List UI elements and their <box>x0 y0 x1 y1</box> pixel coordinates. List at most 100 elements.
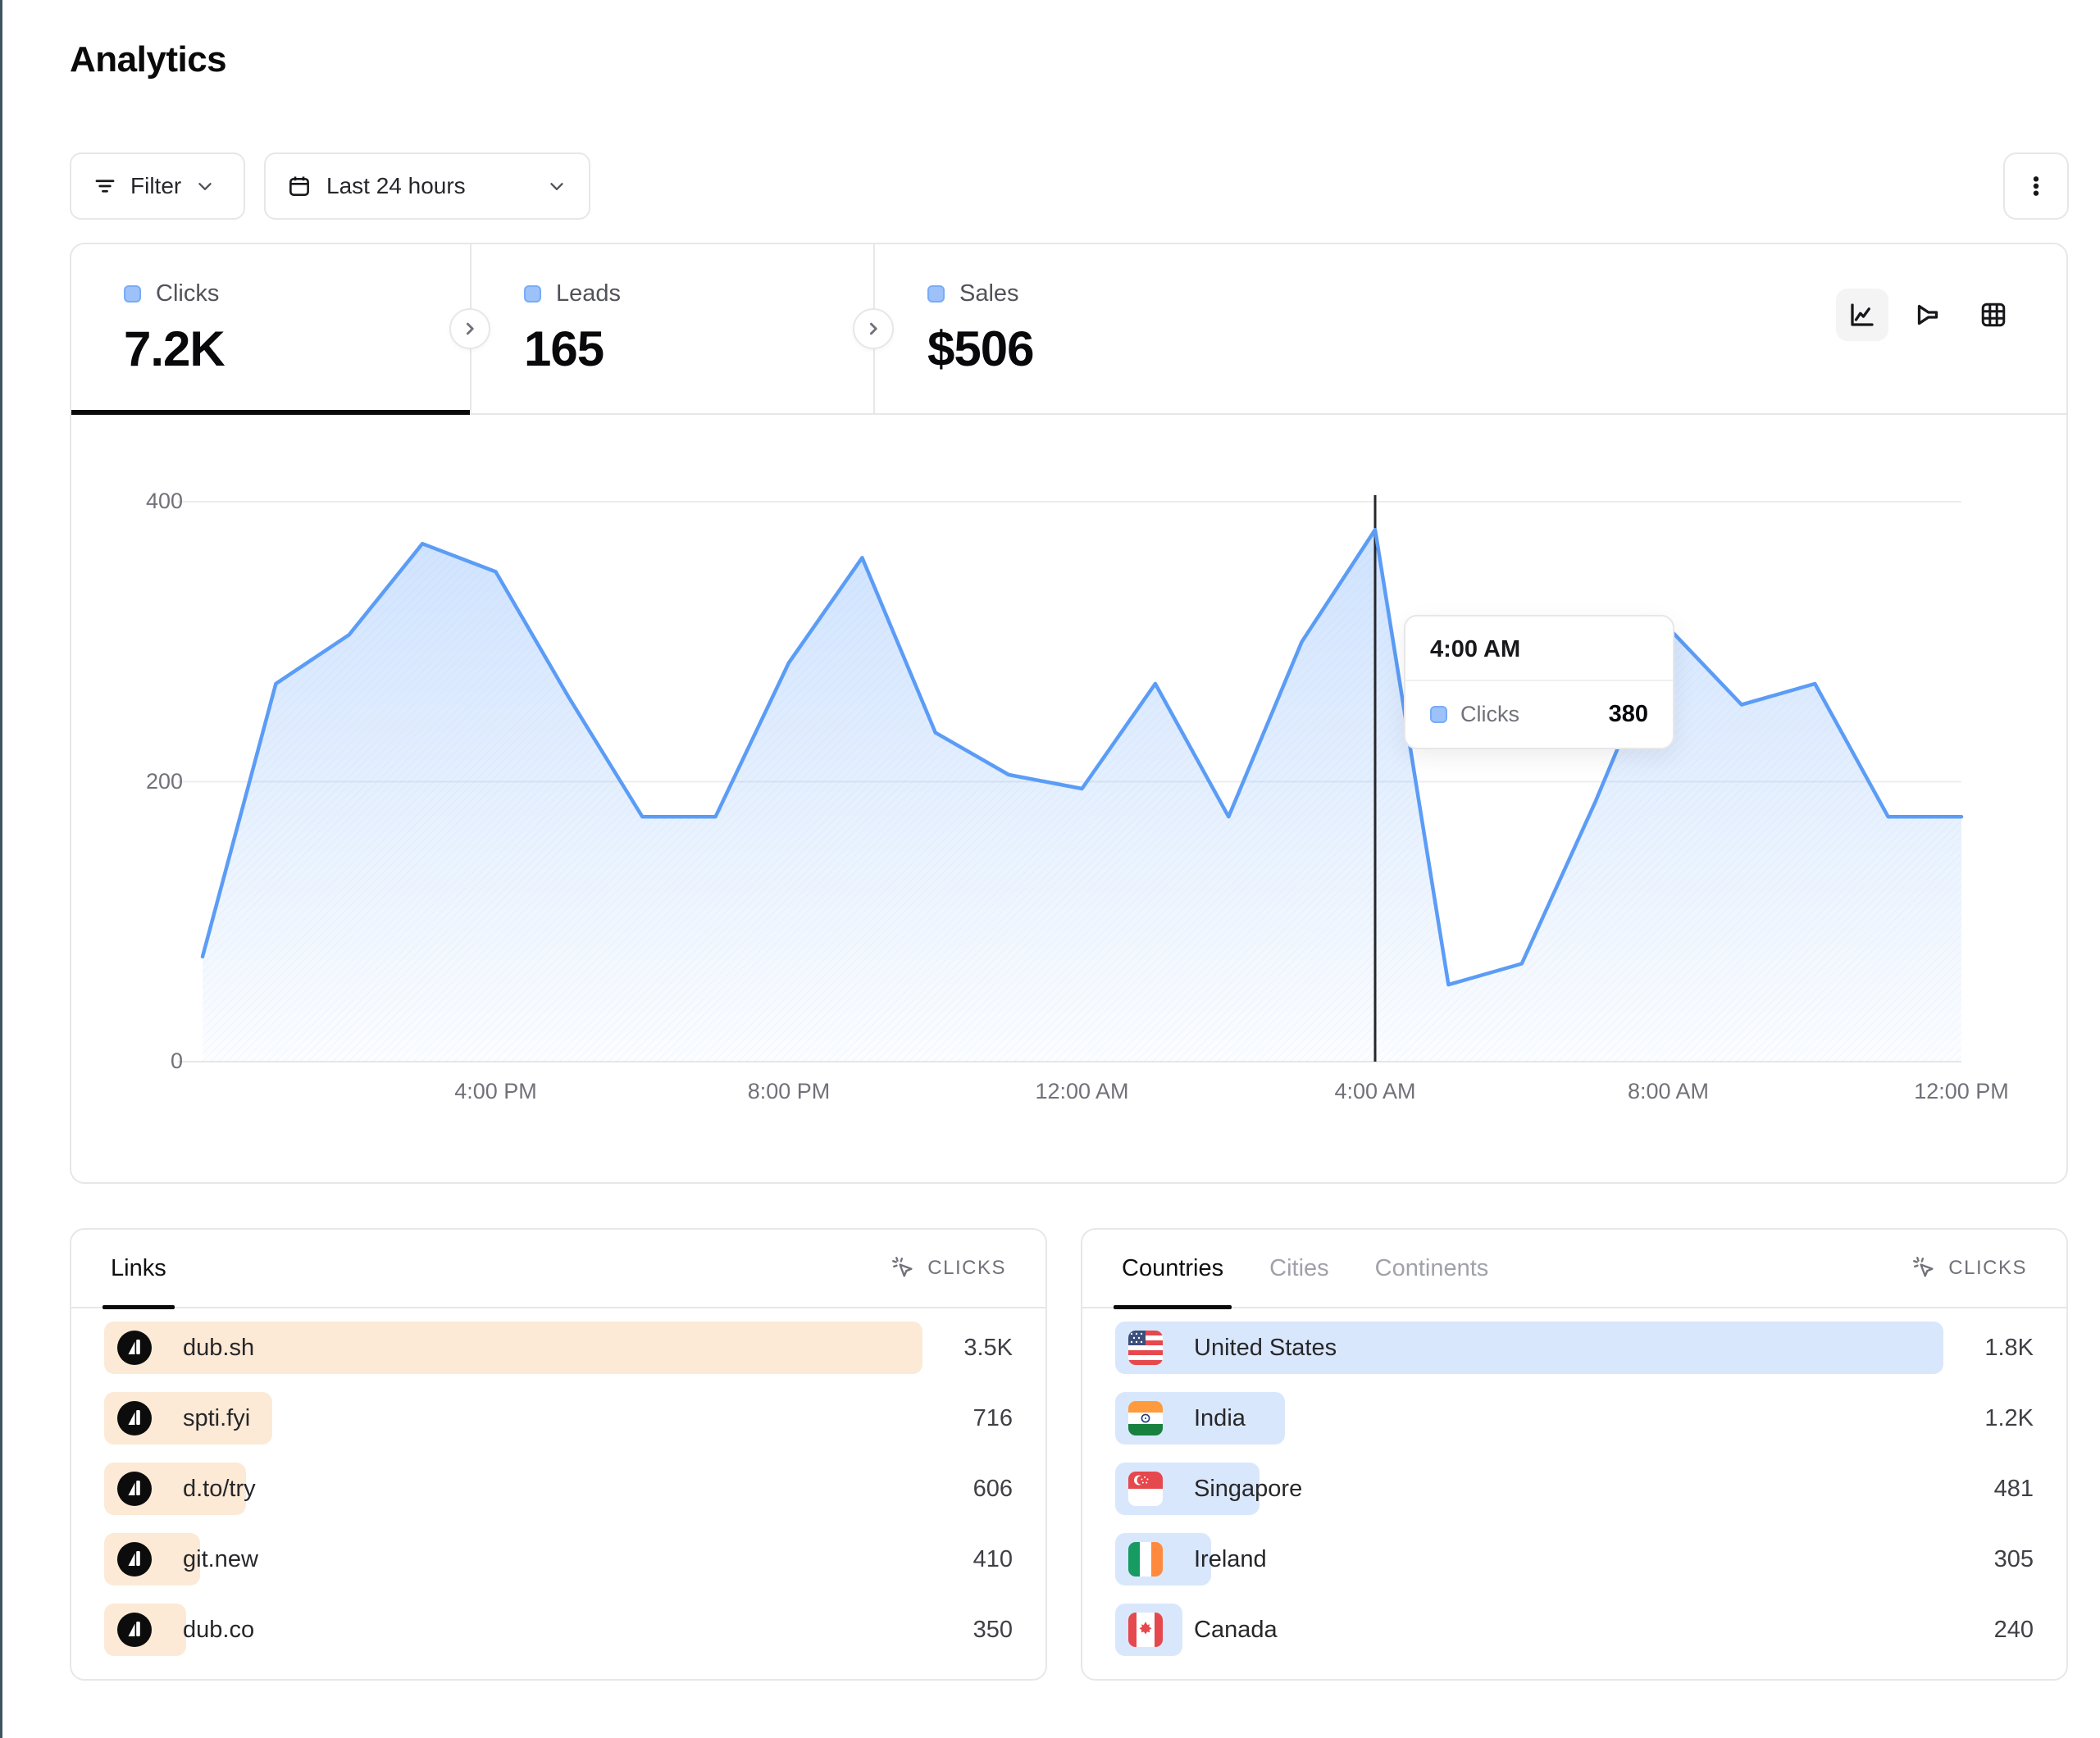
row-value: 350 <box>973 1604 1013 1656</box>
dub-logo-icon <box>117 1613 152 1647</box>
chevron-right-icon <box>863 318 884 339</box>
leads-legend-swatch <box>524 285 541 303</box>
row-label: git.new <box>183 1546 258 1573</box>
filter-icon <box>93 174 117 198</box>
stat-label: Clicks <box>156 280 219 307</box>
geo-metric-toggle[interactable]: CLICKS <box>1912 1256 2027 1281</box>
filter-button[interactable]: Filter <box>70 152 245 220</box>
row-content: Canada <box>1115 1604 1278 1656</box>
funnel-view-button[interactable] <box>1902 289 1954 341</box>
chevron-down-icon <box>194 175 216 197</box>
link-row[interactable]: dub.sh 3.5K <box>104 1322 1013 1374</box>
flag-in-icon <box>1128 1401 1163 1435</box>
area-pattern <box>203 530 1961 1062</box>
link-row[interactable]: dub.co 350 <box>104 1604 1013 1656</box>
links-metric-toggle[interactable]: CLICKS <box>891 1256 1006 1281</box>
stat-value: $506 <box>927 321 1332 377</box>
funnel-icon <box>1913 300 1943 330</box>
flag-us-icon <box>1128 1331 1163 1365</box>
row-content: dub.sh <box>104 1322 254 1374</box>
stat-tab-clicks[interactable]: Clicks 7.2K <box>71 244 470 413</box>
dub-logo-icon <box>117 1472 152 1506</box>
country-row[interactable]: Singapore481 <box>1115 1463 2034 1515</box>
stat-tab-leads[interactable]: Leads165 <box>470 244 873 413</box>
row-label: Ireland <box>1194 1546 1267 1573</box>
more-options-button[interactable] <box>2003 152 2069 220</box>
row-content: United States <box>1115 1322 1337 1374</box>
stat-value: 7.2K <box>124 321 470 377</box>
y-axis-tick-label: 0 <box>71 1049 183 1074</box>
row-value: 716 <box>973 1392 1013 1445</box>
line-chart-view-button[interactable] <box>1836 289 1888 341</box>
y-axis-tick-label: 200 <box>71 769 183 794</box>
x-axis-tick-label: 8:00 PM <box>748 1079 831 1104</box>
row-value: 305 <box>1994 1533 2034 1586</box>
dub-logo-icon <box>117 1331 152 1365</box>
links-metric-label: CLICKS <box>927 1257 1006 1280</box>
sales-legend-swatch <box>927 285 945 303</box>
link-row[interactable]: d.to/try606 <box>104 1463 1013 1515</box>
dub-logo-icon <box>117 1331 152 1365</box>
expand-stats-button[interactable] <box>449 308 490 349</box>
countries-list: United States 1.8K India1.2K Singapore481 Ir… <box>1115 1322 2034 1674</box>
chevron-right-icon <box>459 318 481 339</box>
x-axis-tick-label: 4:00 PM <box>454 1079 537 1104</box>
flag-us-icon <box>1128 1331 1163 1365</box>
links-list: dub.sh 3.5K spti.fyi 716 d.to/try606 git.new4… <box>104 1322 1013 1674</box>
click-cursor-icon <box>1912 1256 1937 1281</box>
stats-tabs-row: Clicks 7.2KLeads165Sales$506 <box>71 244 2066 415</box>
x-axis-tick-label: 4:00 AM <box>1334 1079 1415 1104</box>
flag-ca-icon <box>1128 1613 1163 1647</box>
row-content: d.to/try <box>104 1463 256 1515</box>
grid-icon <box>1979 300 2008 330</box>
dub-logo-icon <box>117 1613 152 1647</box>
flag-ireland-icon <box>1128 1542 1163 1576</box>
tooltip-value: 380 <box>1609 701 1648 728</box>
clicks-area-chart[interactable]: 4:00 AM Clicks 380 02004004:00 PM8:00 PM… <box>71 413 2066 1182</box>
flag-ie-icon <box>1128 1542 1163 1576</box>
flag-india-icon <box>1128 1401 1163 1435</box>
row-label: dub.co <box>183 1617 254 1644</box>
tab-countries[interactable]: Countries <box>1122 1229 1223 1308</box>
link-row[interactable]: spti.fyi 716 <box>104 1392 1013 1445</box>
tab-continents[interactable]: Continents <box>1375 1229 1489 1308</box>
link-row[interactable]: git.new410 <box>104 1533 1013 1586</box>
stat-label: Leads <box>556 280 621 307</box>
row-value: 240 <box>1994 1604 2034 1656</box>
row-value: 3.5K <box>963 1322 1013 1374</box>
tab-links[interactable]: Links <box>111 1229 166 1308</box>
country-row[interactable]: Canada 240 <box>1115 1604 2034 1656</box>
flag-sg-icon <box>1128 1472 1163 1506</box>
table-view-button[interactable] <box>1967 289 2020 341</box>
country-row[interactable]: United States 1.8K <box>1115 1322 2034 1374</box>
stat-tab-sales[interactable]: Sales$506 <box>873 244 1332 413</box>
row-label: dub.sh <box>183 1335 254 1362</box>
line-chart-icon <box>1847 300 1877 330</box>
window-edge-strip <box>0 0 2 1738</box>
tab-cities[interactable]: Cities <box>1269 1229 1329 1308</box>
chart-canvas[interactable] <box>71 413 2066 1184</box>
expand-stats-button[interactable] <box>853 308 894 349</box>
tooltip-time: 4:00 AM <box>1405 616 1673 681</box>
clicks-legend-swatch <box>124 285 141 303</box>
row-label: Singapore <box>1194 1476 1302 1503</box>
row-content: India <box>1115 1392 1246 1445</box>
dub-logo-icon <box>117 1401 152 1435</box>
flag-canada-icon <box>1128 1613 1163 1647</box>
x-axis-tick-label: 12:00 AM <box>1035 1079 1128 1104</box>
chevron-down-icon <box>546 175 567 197</box>
chart-type-toggle-group <box>1836 289 2020 341</box>
row-content: spti.fyi <box>104 1392 250 1445</box>
date-range-button[interactable]: Last 24 hours <box>264 152 590 220</box>
country-row[interactable]: Ireland 305 <box>1115 1533 2034 1586</box>
row-value: 1.8K <box>1984 1322 2034 1374</box>
dub-logo-icon <box>117 1472 152 1506</box>
x-axis-tick-label: 12:00 PM <box>1914 1079 2009 1104</box>
row-content: Ireland <box>1115 1533 1267 1586</box>
y-axis-tick-label: 400 <box>71 489 183 514</box>
country-row[interactable]: India1.2K <box>1115 1392 2034 1445</box>
clicks-legend-swatch <box>1430 706 1447 723</box>
flag-singapore-icon <box>1128 1472 1163 1506</box>
row-label: India <box>1194 1405 1246 1432</box>
geo-metric-label: CLICKS <box>1948 1257 2027 1280</box>
